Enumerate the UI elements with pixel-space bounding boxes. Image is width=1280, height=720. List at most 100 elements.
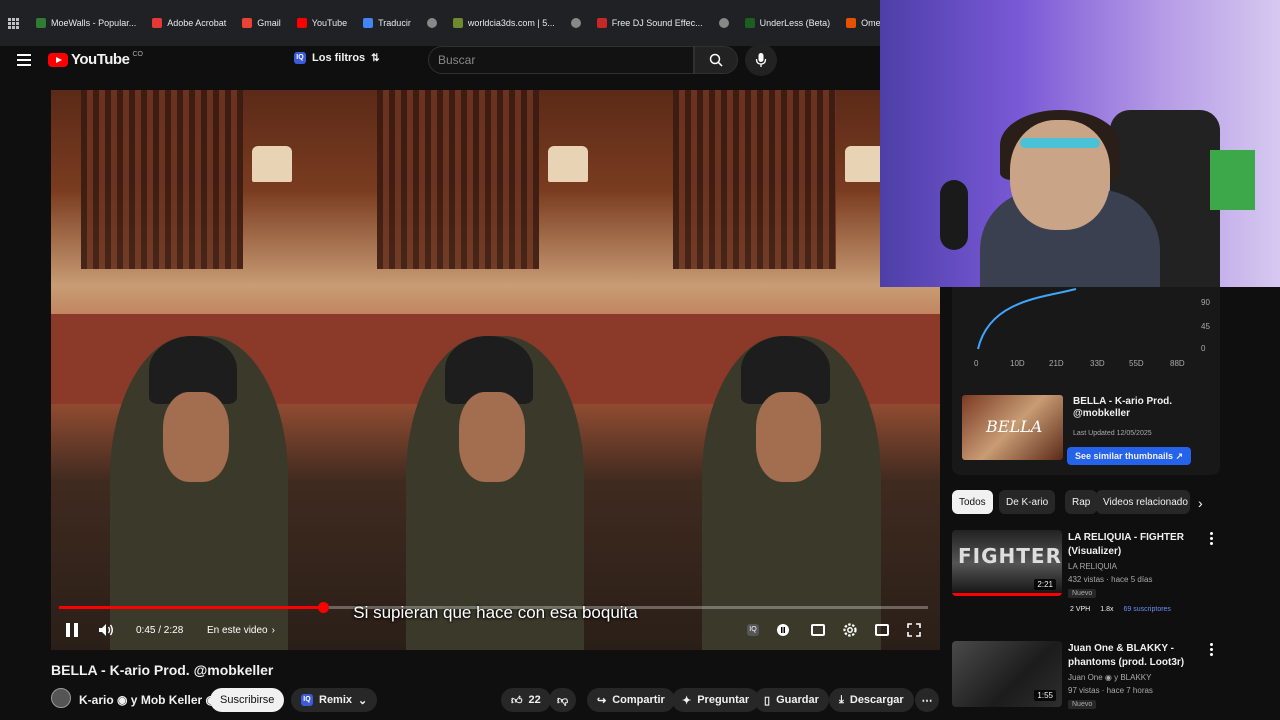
chip-rap[interactable]: Rap [1065,490,1098,514]
hamburger-menu-icon[interactable] [17,54,31,66]
chapter-button[interactable]: En este video › [207,616,275,644]
voice-search-button[interactable] [745,44,777,76]
settings-button[interactable] [839,616,861,644]
recommendation-title: LA RELIQUIA - FIGHTER (Visualizer) [1068,532,1184,557]
duration-badge: 1:55 [1034,690,1056,701]
recommendation-thumbnail[interactable]: FIGHTER 2:21 [952,530,1062,596]
apps-grid-icon[interactable] [8,17,19,29]
save-button[interactable]: ▯ Guardar [754,688,829,712]
volume-button[interactable] [95,616,117,644]
gmail-icon [242,18,253,28]
chip-de-kario[interactable]: De K-ario [999,490,1056,514]
subscribe-button[interactable]: Suscribirse [210,688,285,712]
video-player[interactable]: Si supieran que hace con esa boquita 0:4… [51,90,940,650]
acrobat-icon [152,18,163,28]
filter-extension-icon: IQ [294,52,306,64]
x-tick: 88D [1170,359,1185,368]
bookmark-globe-3[interactable] [714,18,734,28]
headband [1020,138,1100,148]
underless-icon [744,18,755,28]
autoplay-toggle[interactable] [773,616,793,644]
filters-button[interactable]: IQ Los filtros ⇅ [294,52,380,64]
recommendation-title: Juan One & BLAKKY - phantoms (prod. Loot… [1068,643,1185,668]
like-button[interactable]: 👍︎ 22 [501,688,551,712]
filters-label: Los filtros [312,52,366,64]
x-tick: 33D [1090,359,1105,368]
search-button[interactable] [694,46,738,74]
bookmark-youtube[interactable]: YouTube [292,18,352,28]
bookmark-adobe-acrobat[interactable]: Adobe Acrobat [147,18,231,28]
filter-extension-icon: IQ [747,624,759,636]
x-tick: 0 [974,359,979,368]
recommendation-item[interactable]: FIGHTER 2:21 LA RELIQUIA - FIGHTER (Visu… [952,530,1222,630]
sparkle-icon: ✦ [682,694,692,707]
progress-bar[interactable] [59,602,928,613]
pause-button[interactable] [61,616,83,644]
share-button[interactable]: ↪ Compartir [587,688,675,712]
bookmark-globe-2[interactable] [566,18,586,28]
bookmark-free-dj[interactable]: Free DJ Sound Effec... [592,18,708,28]
new-badge: Nuevo [1068,589,1097,598]
video-frame-left [51,90,347,650]
remix-button[interactable]: IQ Remix ⌄ [291,688,378,712]
bookmark-gmail[interactable]: Gmail [237,18,286,28]
webcam-overlay [880,0,1280,287]
worldcia-icon [452,18,463,28]
extension-button[interactable]: IQ [743,616,763,644]
vph-stat: 2 VPH [1070,606,1091,613]
miniplayer-button[interactable] [871,616,893,644]
chevron-right-icon[interactable]: › [1198,495,1203,511]
share-label: Compartir [612,694,665,706]
channel-avatar[interactable] [51,688,71,708]
logo-text: YouTube [71,51,130,68]
share-icon: ↪ [597,694,607,707]
subscribers-stat: 69 suscriptores [1123,606,1171,613]
bookmark-worldcia[interactable]: worldcia3ds.com | 5... [448,18,560,28]
more-vertical-icon[interactable] [1210,532,1214,545]
views-chart: 90 45 0 0 10D 21D 33D 55D 88D [974,288,1210,368]
chip-related[interactable]: Videos relacionado [1096,490,1190,514]
more-actions-button[interactable]: ⋯ [915,688,939,712]
youtube-logo[interactable]: YouTube CO [48,51,143,68]
y-tick: 45 [1201,322,1210,331]
card-title: BELLA - K-ario Prod. @mobkeller [1073,396,1173,419]
bookmark-traducir[interactable]: Traducir [358,18,416,28]
channel-name[interactable]: K-ario ◉ y Mob Keller ◉ [79,693,216,707]
remix-label: Remix [319,694,353,706]
fullscreen-icon [907,623,921,637]
captions-button[interactable] [807,616,829,644]
search-box[interactable] [428,46,694,74]
progress-fill [59,606,324,609]
new-badge: Nuevo [1068,700,1097,709]
card-thumbnail[interactable]: BELLA [962,395,1063,460]
ometv-icon [846,18,857,28]
download-button[interactable]: ⤓ Descargar [829,688,914,712]
bookmark-globe[interactable] [422,18,442,28]
dislike-button[interactable]: 👎︎ [549,688,577,712]
recommendation-thumbnail[interactable]: 1:55 [952,641,1062,707]
moewalls-icon [36,18,46,28]
chevron-right-icon: › [271,624,275,636]
ask-label: Preguntar [697,694,750,706]
more-horizontal-icon: ⋯ [921,694,933,707]
thumbnail-text: BELLA [986,417,1043,436]
card-updated: Last Updated 12/05/2025 [1073,430,1152,437]
fullscreen-button[interactable] [903,616,925,644]
more-vertical-icon[interactable] [1210,643,1214,656]
recommendation-item[interactable]: 1:55 Juan One & BLAKKY - phantoms (prod.… [952,641,1222,720]
pause-icon [66,623,78,637]
bookmark-underless[interactable]: UnderLess (Beta) [740,18,836,28]
player-controls: 0:45 / 2:28 En este video › IQ [51,616,940,644]
ask-button[interactable]: ✦ Preguntar [672,688,760,712]
see-similar-thumbnails-button[interactable]: See similar thumbnails ↗ [1067,447,1192,465]
youtube-header: YouTube CO IQ Los filtros ⇅ [0,40,880,84]
search-input[interactable] [438,53,693,67]
chip-all[interactable]: Todos [952,490,993,514]
x-tick: 10D [1010,359,1025,368]
bookmark-moewalls[interactable]: MoeWalls - Popular... [31,18,141,28]
globe-icon [426,18,437,28]
chevron-down-icon: ⌄ [358,694,368,707]
remix-icon: IQ [301,694,313,706]
gear-icon [843,623,857,637]
download-label: Descargar [849,694,904,706]
